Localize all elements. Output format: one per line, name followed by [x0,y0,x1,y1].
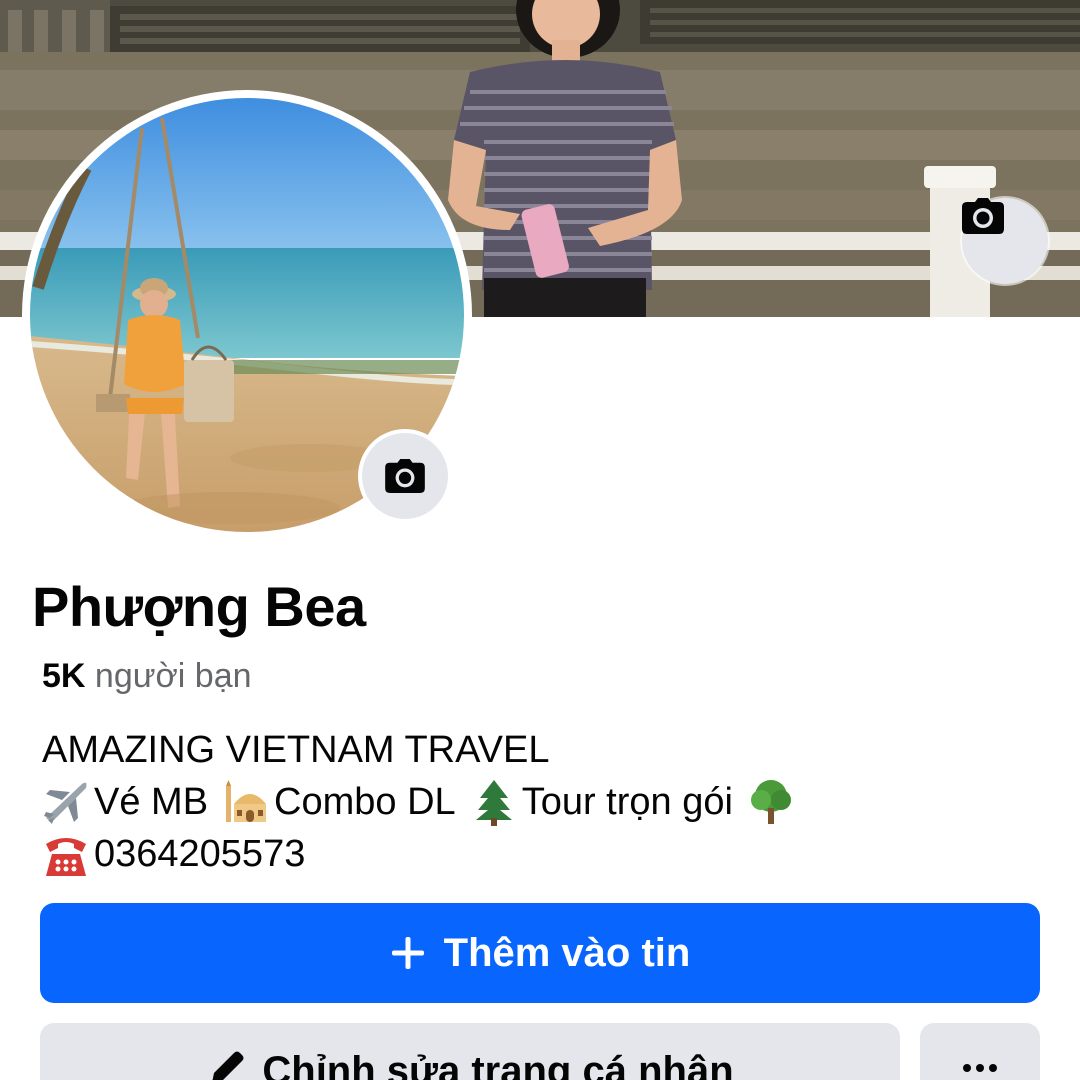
profile-bio: AMAZING VIETNAM TRAVEL Vé MB Combo DL To… [42,724,799,880]
profile-name: Phượng Bea [32,575,366,638]
pencil-icon [206,1049,246,1080]
bio-line-2: Vé MB Combo DL Tour trọn gói [42,776,799,828]
cover-camera-button[interactable] [962,198,1048,284]
profile-page: Phượng Bea 5K người bạn AMAZING VIETNAM … [0,0,1080,1080]
friends-count-number: 5K [42,657,86,695]
camera-icon [962,198,1004,234]
friends-count-label: người bạn [94,657,252,695]
add-to-story-label: Thêm vào tin [443,930,691,975]
bio-line-1: AMAZING VIETNAM TRAVEL [42,729,550,771]
add-to-story-button[interactable]: Thêm vào tin [40,903,1040,1003]
camera-icon [385,459,425,493]
plus-icon [390,935,426,971]
more-options-button[interactable] [920,1023,1040,1080]
bio-item-combo: Combo DL [274,781,456,823]
evergreen-tree-icon [470,778,518,826]
telephone-icon [42,830,90,878]
deciduous-tree-icon [747,778,795,826]
bio-phone-number[interactable]: 0364205573 [94,828,305,880]
edit-profile-label: Chỉnh sửa trang cá nhân [262,1049,734,1080]
bio-item-tour: Tour trọn gói [521,781,733,823]
more-icon [963,1064,997,1072]
mosque-icon [222,778,270,826]
friends-count[interactable]: 5K người bạn [42,657,252,696]
bio-item-flight-tickets: Vé MB [94,781,209,823]
airplane-icon [42,778,90,826]
bio-line-3: 0364205573 [42,828,799,880]
avatar-camera-button[interactable] [362,433,448,519]
edit-profile-button[interactable]: Chỉnh sửa trang cá nhân [40,1023,900,1080]
